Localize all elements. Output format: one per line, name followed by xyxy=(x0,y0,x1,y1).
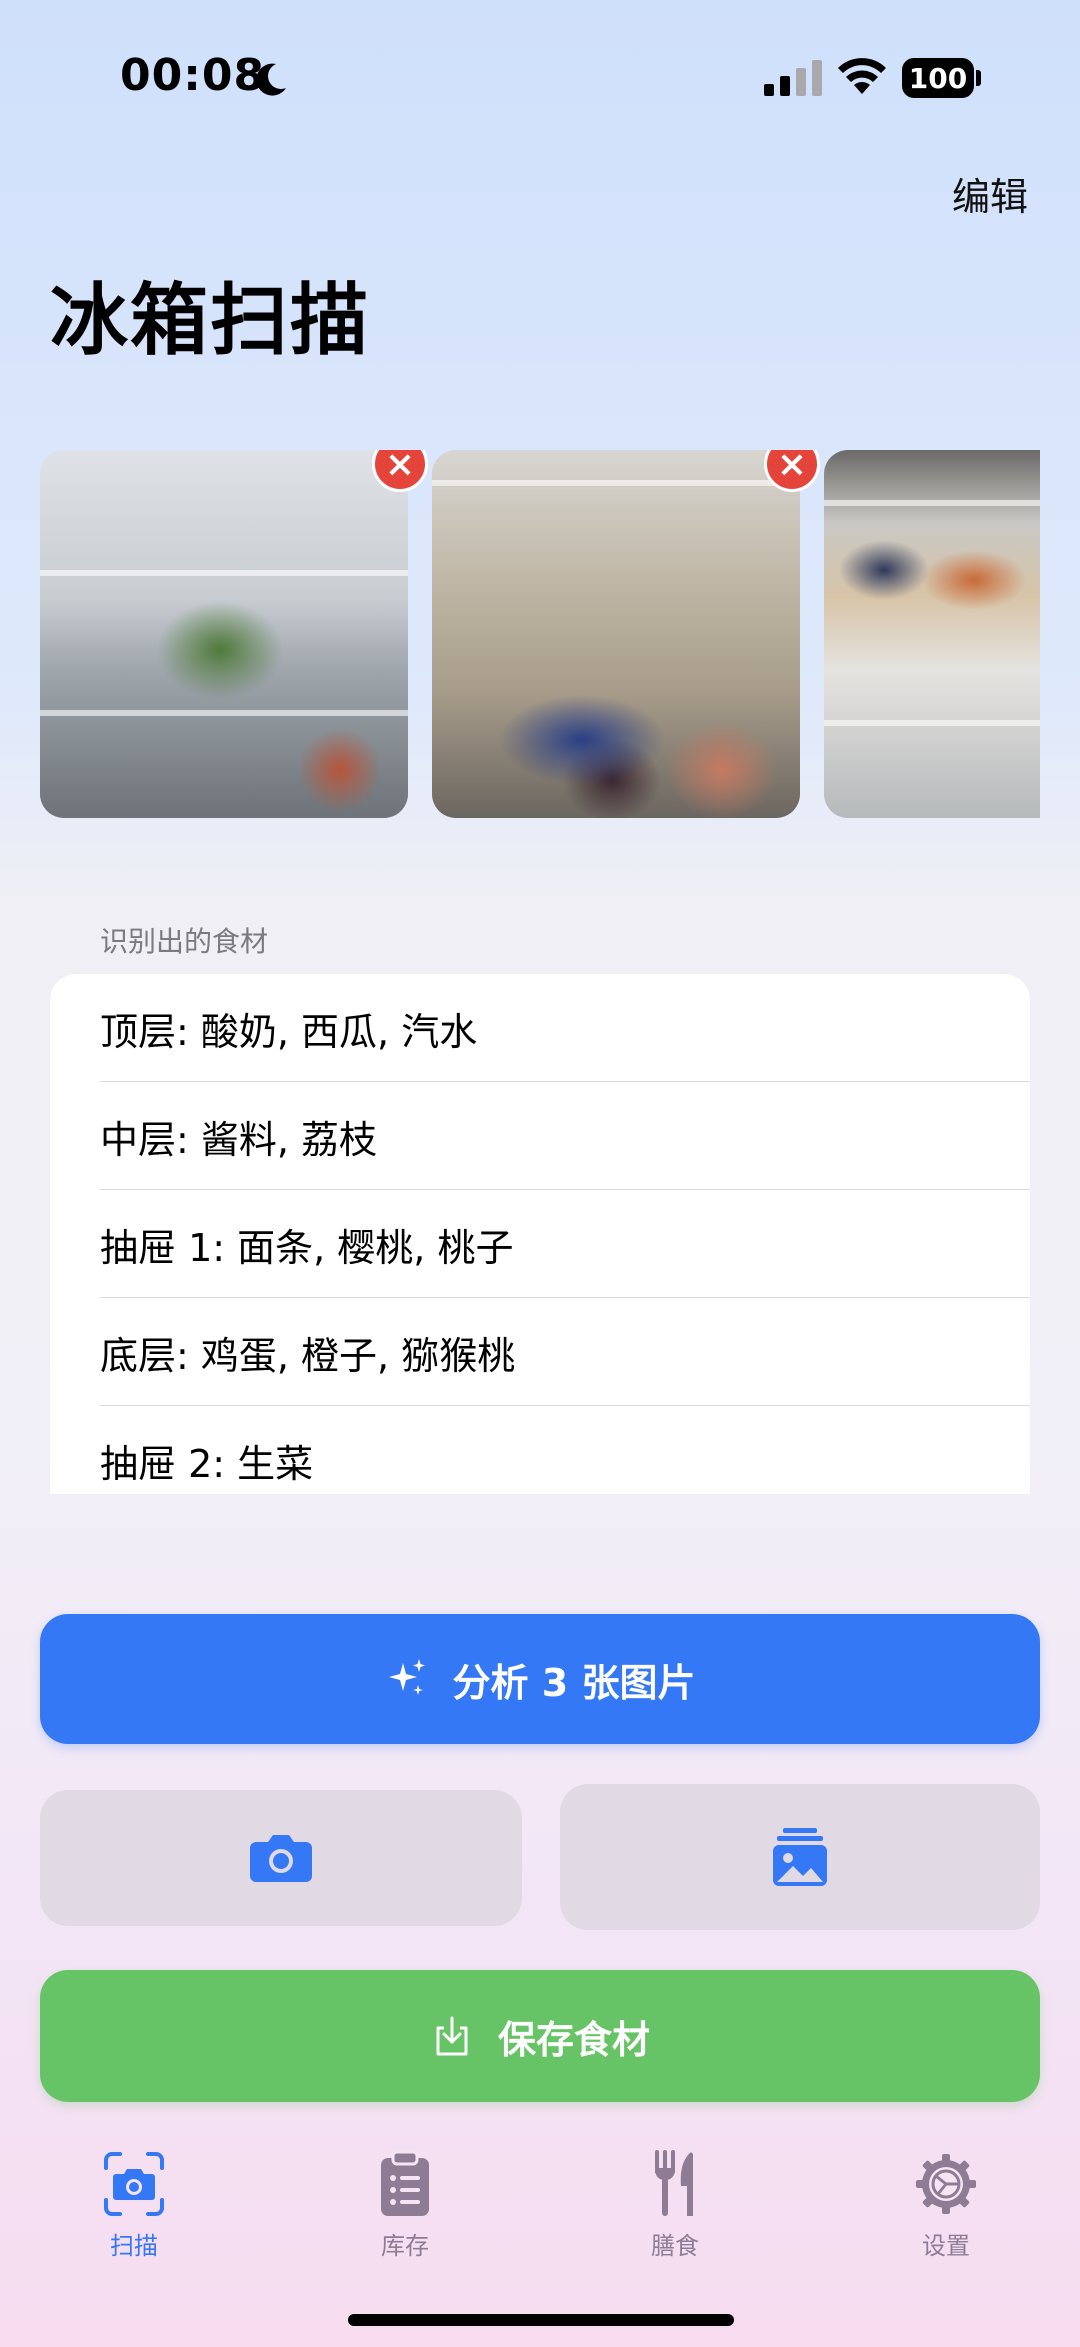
download-tray-icon xyxy=(436,2016,468,2056)
tab-settings[interactable]: 设置 xyxy=(876,2150,1016,2261)
moon-icon xyxy=(256,63,286,96)
ingredient-row[interactable]: 中层: 酱料, 荔枝 xyxy=(50,1082,1030,1190)
analyze-photos-button[interactable]: 分析 3 张图片 xyxy=(40,1614,1040,1744)
ingredient-row[interactable]: 顶层: 酸奶, 西瓜, 汽水 xyxy=(50,974,1030,1082)
shelf-line xyxy=(40,710,408,716)
fridge-photo-2[interactable] xyxy=(432,450,800,818)
wifi-icon xyxy=(838,58,886,94)
photo-library-button[interactable] xyxy=(560,1784,1040,1930)
camera-icon xyxy=(250,1835,312,1882)
ingredients-list: 顶层: 酸奶, 西瓜, 汽水 中层: 酱料, 荔枝 抽屉 1: 面条, 樱桃, … xyxy=(50,974,1030,1494)
cellular-signal-icon xyxy=(764,60,822,96)
sparkles-icon xyxy=(388,1659,425,1695)
shelf-line xyxy=(824,720,1040,726)
ingredients-section-label: 识别出的食材 xyxy=(100,925,269,958)
tab-label: 膳食 xyxy=(651,2232,699,2260)
fridge-photo-1[interactable] xyxy=(40,450,408,818)
tab-inventory[interactable]: 库存 xyxy=(335,2150,475,2261)
tab-label: 设置 xyxy=(922,2232,970,2260)
save-button-label: 保存食材 xyxy=(497,2017,650,2062)
shelf-line xyxy=(824,500,1040,506)
fridge-photo-3[interactable] xyxy=(824,450,1040,818)
ingredient-row[interactable]: 底层: 鸡蛋, 橙子, 猕猴桃 xyxy=(50,1298,1030,1406)
fork-knife-icon xyxy=(655,2150,693,2216)
status-time: 00:08 xyxy=(120,50,266,101)
shelf-line xyxy=(40,570,408,576)
tab-label: 扫描 xyxy=(110,2232,158,2260)
photo-stack-icon xyxy=(773,1828,827,1886)
ingredient-row[interactable]: 抽屉 2: 生菜 xyxy=(50,1406,1030,1494)
shelf-line xyxy=(432,480,800,486)
ingredient-row[interactable]: 抽屉 1: 面条, 樱桃, 桃子 xyxy=(50,1190,1030,1298)
take-photo-button[interactable] xyxy=(40,1790,522,1926)
analyze-button-label: 分析 3 张图片 xyxy=(452,1660,696,1705)
gear-icon xyxy=(916,2154,976,2214)
tab-label: 库存 xyxy=(381,2232,429,2260)
battery-tip xyxy=(976,70,981,86)
edit-button[interactable]: 编辑 xyxy=(952,166,1028,221)
clipboard-list-icon xyxy=(381,2150,429,2216)
fridge-scan-screen: 00:08 100 编辑 冰箱扫描 × × 识别出的食材 顶层: 酸奶, 西瓜,… xyxy=(0,0,1080,2347)
home-indicator[interactable] xyxy=(348,2314,734,2326)
tab-scan[interactable]: 扫描 xyxy=(64,2150,204,2261)
page-title: 冰箱扫描 xyxy=(50,276,371,366)
save-ingredients-button[interactable]: 保存食材 xyxy=(40,1970,1040,2102)
scan-camera-icon xyxy=(104,2152,164,2216)
battery-indicator: 100 xyxy=(902,58,974,98)
tab-meals[interactable]: 膳食 xyxy=(605,2150,745,2261)
photo-strip[interactable]: × × xyxy=(40,450,1040,820)
